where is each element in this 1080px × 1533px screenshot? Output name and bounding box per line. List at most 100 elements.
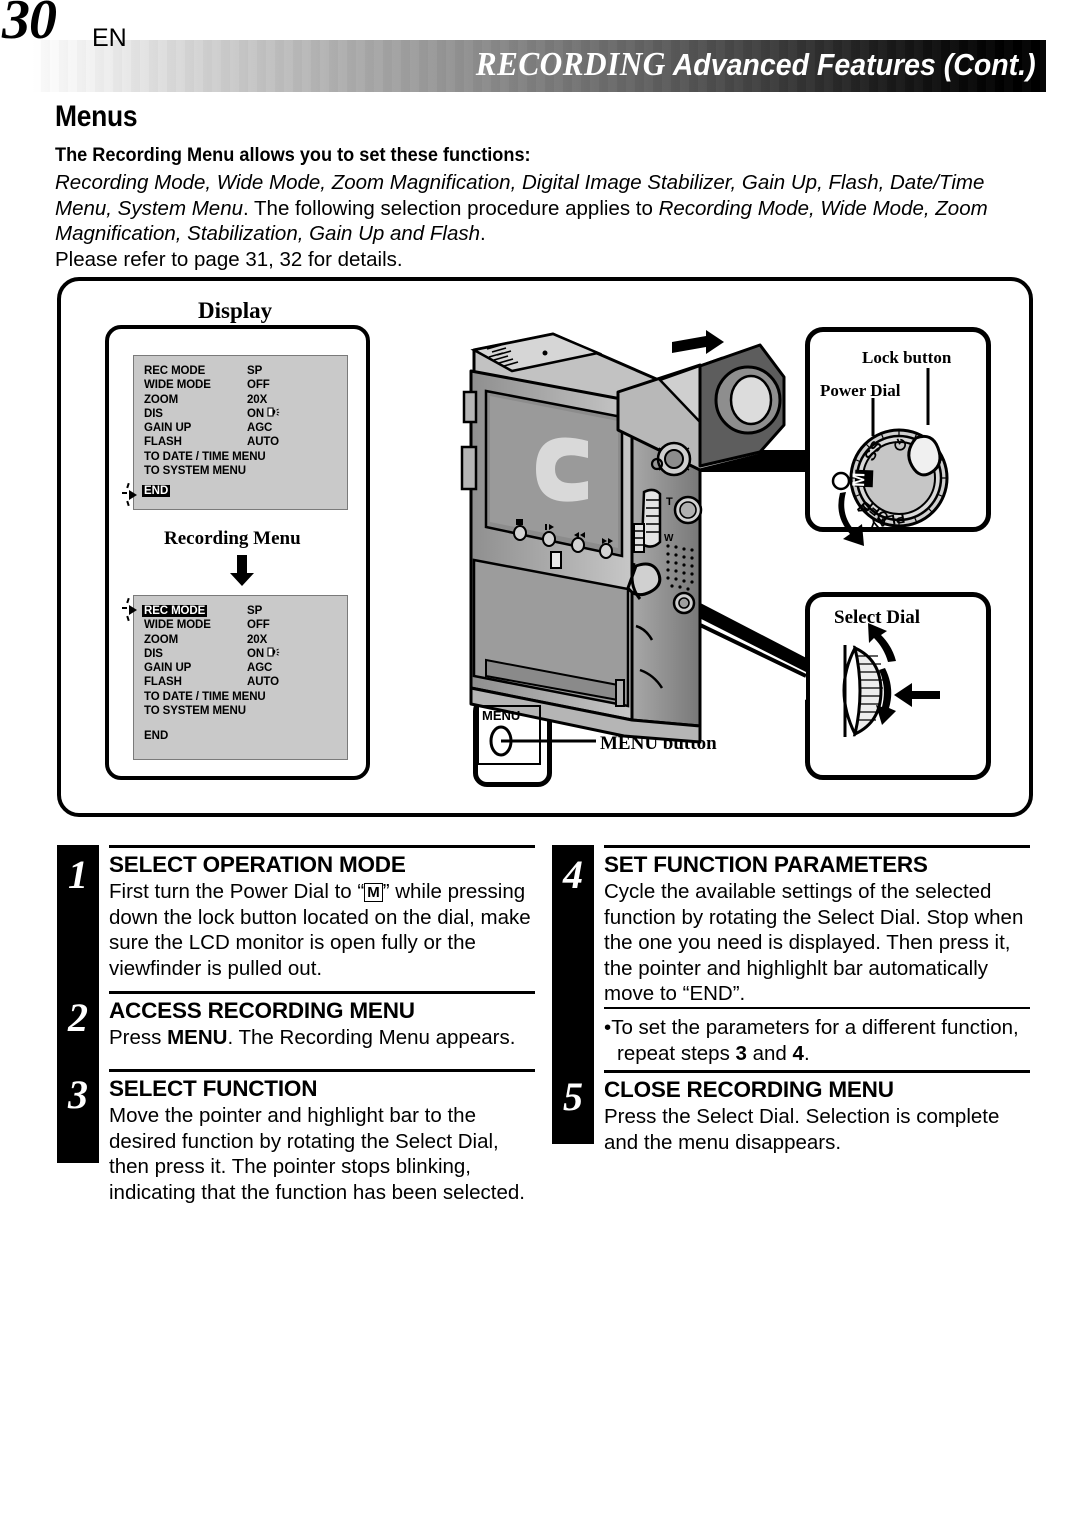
- menu-row-key: DIS: [144, 407, 163, 420]
- note-part: To set the parameters for a different fu…: [611, 1016, 1019, 1065]
- menu-pointer-blinking: [122, 597, 144, 622]
- note-part: and: [746, 1041, 793, 1065]
- select-dial-label: Select Dial: [834, 607, 921, 628]
- menu-row-key: TO SYSTEM MENU: [144, 465, 246, 478]
- menu-row[interactable]: GAIN UP AGC: [144, 421, 344, 435]
- page-language-code: EN: [92, 24, 127, 52]
- menu-row-value: 20X: [247, 633, 268, 646]
- menu-row-value-text: ON: [247, 407, 265, 420]
- menu-row-key: WIDE MODE: [144, 619, 211, 632]
- blink-mark-icon: [126, 500, 130, 507]
- menu-row-key: WIDE MODE: [144, 379, 211, 392]
- menu-row-value-text: ON: [247, 647, 265, 660]
- step-divider: [109, 991, 535, 994]
- step-text-part: Press: [109, 1026, 168, 1049]
- step-5: CLOSE RECORDING MENU Press the Select Di…: [604, 1070, 1030, 1155]
- menu-screen-selected: REC MODE SP WIDE MODE OFF ZOOM 20X DIS ON GA…: [122, 595, 348, 760]
- intro-period: .: [480, 222, 486, 245]
- menu-pointer-blinking: [122, 482, 144, 507]
- step-title: SELECT OPERATION MODE: [109, 852, 406, 877]
- menu-row[interactable]: REC MODE SP: [144, 364, 344, 378]
- menu-row-key: FLASH: [144, 676, 182, 689]
- menu-row[interactable]: WIDE MODE OFF: [144, 378, 344, 392]
- step-3: SELECT FUNCTION Move the pointer and hig…: [109, 1069, 535, 1205]
- step-divider: [604, 1070, 1030, 1073]
- shake-hand-icon: [267, 407, 280, 418]
- step-text: Press MENU. The Recording Menu appears.: [109, 1025, 535, 1051]
- shake-hand-icon: [267, 647, 280, 658]
- step-text: Cycle the available settings of the sele…: [604, 880, 1024, 1005]
- down-arrow-icon: [228, 555, 256, 592]
- step-number: 3: [68, 1072, 88, 1117]
- menu-row[interactable]: TO SYSTEM MENU: [144, 704, 344, 718]
- menu-row[interactable]: WIDE MODE OFF: [144, 618, 344, 632]
- menu-row-key: FLASH: [144, 436, 182, 449]
- menu-row[interactable]: ZOOM 20X: [144, 393, 344, 407]
- menu-row-value: ON: [247, 407, 342, 421]
- blink-mark-icon: [126, 615, 130, 622]
- note-part: .: [803, 1041, 810, 1065]
- step-number: 2: [68, 995, 88, 1040]
- page-number: 30: [2, 0, 57, 51]
- menu-row-key: TO DATE / TIME MENU: [144, 690, 266, 703]
- header-title: RECORDING Advanced Features (Cont.): [476, 46, 1036, 84]
- menu-row-key: GAIN UP: [144, 662, 192, 675]
- menu-end-row[interactable]: END: [144, 729, 168, 743]
- menu-row-key: TO DATE / TIME MENU: [144, 450, 266, 463]
- step-title: CLOSE RECORDING MENU: [604, 1077, 894, 1102]
- section-heading: Menus: [55, 100, 138, 133]
- header-title-rest: Advanced Features (Cont.): [673, 47, 1036, 82]
- pointer-triangle-icon: [129, 605, 137, 615]
- step-number: 4: [563, 852, 583, 897]
- menu-row[interactable]: ZOOM 20X: [144, 633, 344, 647]
- menu-row[interactable]: DIS ON: [144, 407, 344, 421]
- intro-paragraph: Recording Mode, Wide Mode, Zoom Magnific…: [55, 170, 1040, 272]
- recording-menu-label: Recording Menu: [164, 528, 301, 549]
- menu-end-label: END: [142, 485, 171, 497]
- step-2: ACCESS RECORDING MENU Press MENU. The Re…: [109, 991, 535, 1051]
- menu-row[interactable]: FLASH AUTO: [144, 675, 344, 689]
- menu-row[interactable]: TO DATE / TIME MENU: [144, 450, 344, 464]
- menu-rows-2: REC MODE SP WIDE MODE OFF ZOOM 20X DIS ON GA…: [142, 604, 344, 718]
- menu-row-value: OFF: [247, 379, 270, 392]
- menu-row-selected[interactable]: REC MODE SP: [142, 604, 344, 618]
- step-text: First turn the Power Dial to “M” while p…: [109, 879, 535, 981]
- menu-button-callout-box: [473, 697, 552, 787]
- step-text-part: . The Recording Menu appears.: [227, 1026, 516, 1049]
- menu-row-key: ZOOM: [144, 393, 179, 406]
- menu-end-label: END: [144, 730, 169, 742]
- menu-row-key: DIS: [144, 647, 163, 660]
- menu-row-value: AUTO: [247, 436, 279, 449]
- menu-row-value: AUTO: [247, 676, 279, 689]
- menu-end-row[interactable]: END: [142, 484, 171, 498]
- menu-row-value: AGC: [247, 422, 273, 435]
- step-number: 5: [563, 1074, 583, 1119]
- menu-row-key-highlighted: REC MODE: [142, 605, 208, 617]
- menu-row[interactable]: DIS ON: [144, 647, 344, 661]
- step-text: Press the Select Dial. Selection is comp…: [604, 1105, 1000, 1154]
- step-title: SELECT FUNCTION: [109, 1076, 318, 1101]
- menu-row[interactable]: TO DATE / TIME MENU: [144, 690, 344, 704]
- note-divider: [604, 1007, 1030, 1009]
- menu-rows-1: REC MODE SP WIDE MODE OFF ZOOM 20X DIS ON GA…: [144, 364, 344, 478]
- display-label: Display: [198, 298, 273, 323]
- step-divider: [109, 1069, 535, 1072]
- menu-row-value: SP: [247, 605, 263, 617]
- menu-row[interactable]: GAIN UP AGC: [144, 661, 344, 675]
- note-text: •To set the parameters for a different f…: [604, 1016, 1019, 1065]
- pointer-triangle-icon: [129, 490, 137, 500]
- menu-row-key: REC MODE: [142, 604, 247, 618]
- menu-row-value: AGC: [247, 662, 273, 675]
- menu-row[interactable]: TO SYSTEM MENU: [144, 464, 344, 478]
- note-step-ref: 4: [792, 1041, 804, 1065]
- step-4-note: •To set the parameters for a different f…: [604, 1007, 1030, 1066]
- menu-row-key: TO SYSTEM MENU: [144, 705, 246, 718]
- mode-badge-m: M: [364, 883, 383, 902]
- menu-row-value: OFF: [247, 619, 270, 632]
- blink-mark-icon: [122, 607, 127, 609]
- menu-row-key: GAIN UP: [144, 422, 192, 435]
- note-step-ref: 3: [735, 1041, 747, 1065]
- menu-row[interactable]: FLASH AUTO: [144, 435, 344, 449]
- menu-row-key: REC MODE: [144, 365, 206, 377]
- header-title-lead: RECORDING: [476, 46, 667, 83]
